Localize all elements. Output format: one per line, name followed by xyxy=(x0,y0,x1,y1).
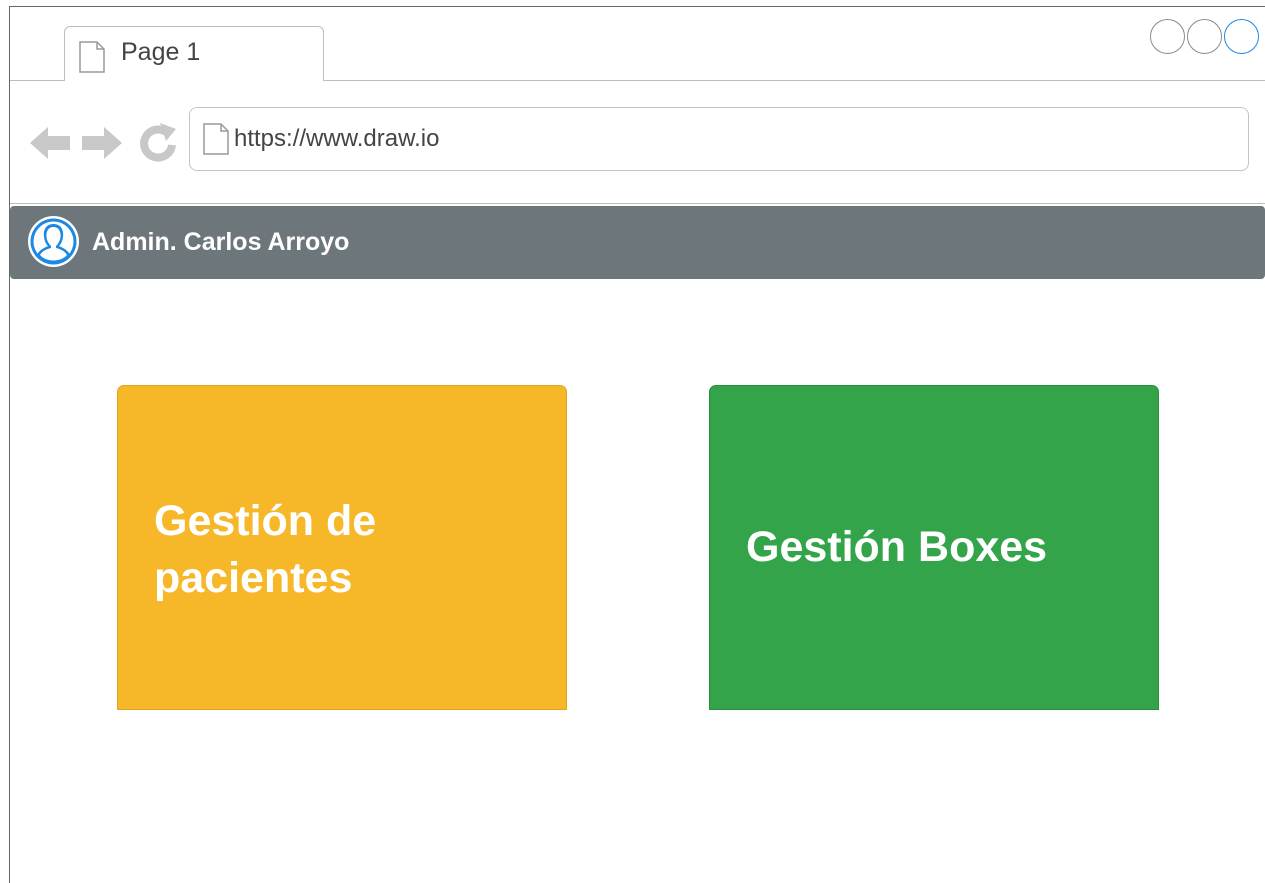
page-icon xyxy=(203,123,229,160)
card-label: Gestión de pacientes xyxy=(154,497,377,602)
maximize-button[interactable] xyxy=(1187,19,1222,54)
admin-name: Admin. Carlos Arroyo xyxy=(92,228,350,256)
window-controls xyxy=(1150,19,1259,54)
reload-icon[interactable] xyxy=(136,121,180,170)
close-button[interactable] xyxy=(1224,19,1259,54)
page-icon xyxy=(79,41,105,78)
url-text: https://www.draw.io xyxy=(234,125,440,152)
browser-tab[interactable]: Page 1 xyxy=(64,26,324,81)
tab-label: Page 1 xyxy=(121,38,201,66)
header-bar: Admin. Carlos Arroyo xyxy=(10,206,1265,279)
forward-arrow-icon[interactable] xyxy=(80,121,124,170)
address-divider xyxy=(10,203,1265,204)
boxes-management-card[interactable]: Gestión Boxes xyxy=(709,385,1159,710)
user-avatar-icon[interactable] xyxy=(27,215,80,268)
minimize-button[interactable] xyxy=(1150,19,1185,54)
browser-window: Page 1 https://www.draw.io Admin. Carlos… xyxy=(9,6,1265,883)
card-label: Gestión Boxes xyxy=(746,523,1048,571)
patient-management-card[interactable]: Gestión de pacientes xyxy=(117,385,567,710)
address-bar[interactable]: https://www.draw.io xyxy=(189,107,1249,171)
back-arrow-icon[interactable] xyxy=(28,121,72,170)
